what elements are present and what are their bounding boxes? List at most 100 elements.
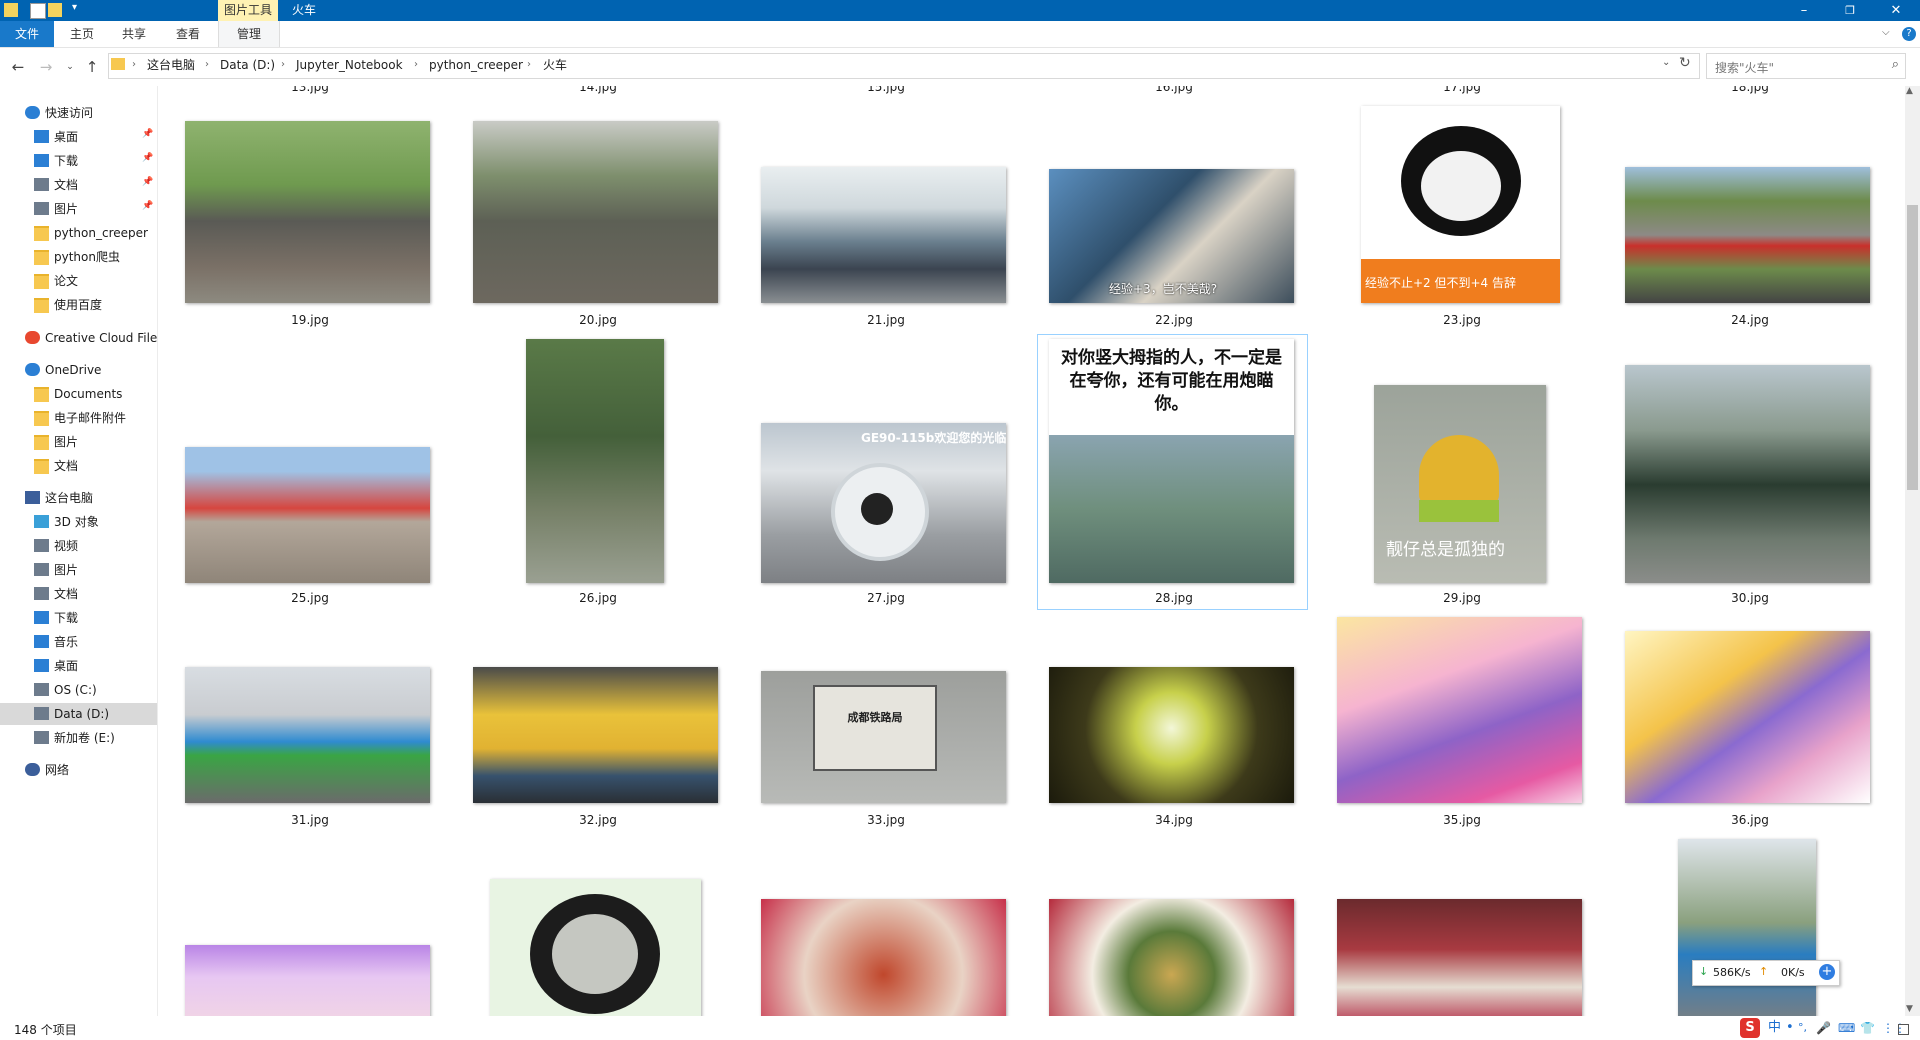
- thumbnail-37[interactable]: [185, 945, 430, 1016]
- file-caption[interactable]: 18.jpg: [1650, 86, 1850, 94]
- help-icon[interactable]: ?: [1902, 27, 1916, 41]
- sidebar-item[interactable]: Creative Cloud Files: [0, 327, 158, 349]
- thumbnail-26[interactable]: [526, 339, 664, 583]
- sidebar-item[interactable]: python爬虫: [0, 246, 158, 268]
- file-caption[interactable]: 23.jpg: [1362, 313, 1562, 327]
- file-caption[interactable]: 15.jpg: [786, 86, 986, 94]
- sidebar-item[interactable]: 使用百度: [0, 294, 158, 316]
- file-caption[interactable]: 29.jpg: [1362, 591, 1562, 605]
- file-caption[interactable]: 30.jpg: [1650, 591, 1850, 605]
- sidebar-item[interactable]: 文档: [0, 583, 158, 605]
- ime-punctuation-icon[interactable]: •: [1786, 1018, 1794, 1038]
- thumbnail-39[interactable]: [761, 899, 1006, 1016]
- thumbnail-33[interactable]: 成都铁路局: [761, 671, 1006, 803]
- thumbnail-36[interactable]: [1625, 631, 1870, 803]
- thumbnail-24[interactable]: [1625, 167, 1870, 303]
- thumbnail-28[interactable]: 对你竖大拇指的人，不一定是在夸你，还有可能在用炮瞄你。: [1049, 339, 1294, 583]
- thumbnail-30[interactable]: [1625, 365, 1870, 583]
- scroll-up-icon[interactable]: ▲: [1906, 86, 1913, 96]
- sidebar-item[interactable]: 这台电脑: [0, 487, 158, 509]
- sidebar-item[interactable]: python_creeper: [0, 222, 158, 244]
- thumbnail-25[interactable]: [185, 447, 430, 583]
- properties-icon[interactable]: [30, 3, 46, 19]
- search-input[interactable]: 搜索"火车" ⌕: [1706, 53, 1906, 79]
- thumbnail-42[interactable]: [1678, 839, 1816, 1016]
- sidebar-item[interactable]: 快速访问: [0, 102, 158, 124]
- pin-icon[interactable]: 📌: [142, 201, 153, 211]
- thumbnail-38[interactable]: [490, 879, 701, 1016]
- breadcrumb-current-folder[interactable]: 火车: [543, 53, 567, 77]
- sidebar-item[interactable]: Data (D:): [0, 703, 158, 725]
- expand-ribbon-icon[interactable]: ⌵: [1882, 27, 1890, 38]
- close-button[interactable]: ✕: [1873, 0, 1919, 21]
- file-caption[interactable]: 34.jpg: [1074, 813, 1274, 827]
- breadcrumb-this-pc[interactable]: 这台电脑: [147, 53, 195, 77]
- back-button[interactable]: ←: [8, 57, 28, 77]
- breadcrumb-jupyter-notebook[interactable]: Jupyter_Notebook: [296, 53, 403, 77]
- sidebar-item[interactable]: OneDrive: [0, 359, 158, 381]
- details-view-icon[interactable]: [1898, 1024, 1909, 1035]
- sidebar-item[interactable]: 3D 对象: [0, 511, 158, 533]
- file-caption[interactable]: 35.jpg: [1362, 813, 1562, 827]
- new-folder-icon[interactable]: [48, 3, 62, 17]
- tab-file[interactable]: 文件: [0, 21, 54, 47]
- file-caption[interactable]: 22.jpg: [1074, 313, 1274, 327]
- file-caption[interactable]: 32.jpg: [498, 813, 698, 827]
- maximize-button[interactable]: ❐: [1827, 0, 1873, 21]
- thumbnail-32[interactable]: [473, 667, 718, 803]
- sidebar-item[interactable]: 下载 📌: [0, 150, 158, 172]
- forward-button[interactable]: →: [36, 57, 56, 77]
- file-caption[interactable]: 19.jpg: [210, 313, 410, 327]
- ime-keyboard-icon[interactable]: ⌨: [1838, 1018, 1855, 1038]
- thumbnail-40[interactable]: [1049, 899, 1294, 1016]
- file-caption[interactable]: 26.jpg: [498, 591, 698, 605]
- file-caption[interactable]: 21.jpg: [786, 313, 986, 327]
- sidebar-item[interactable]: 视频: [0, 535, 158, 557]
- thumbnail-22[interactable]: 经验+3，岂不美哉?: [1049, 169, 1294, 303]
- tab-manage[interactable]: 管理: [218, 21, 280, 47]
- tab-home[interactable]: 主页: [60, 21, 104, 47]
- tab-share[interactable]: 共享: [112, 21, 156, 47]
- pane-divider[interactable]: [157, 86, 158, 1016]
- pin-icon[interactable]: 📌: [142, 153, 153, 163]
- file-caption[interactable]: 31.jpg: [210, 813, 410, 827]
- sidebar-item[interactable]: 桌面: [0, 655, 158, 677]
- sidebar-item[interactable]: 新加卷 (E:): [0, 727, 158, 749]
- sidebar-item[interactable]: Documents: [0, 383, 158, 405]
- thumbnail-41[interactable]: [1337, 899, 1582, 1016]
- pin-icon[interactable]: 📌: [142, 129, 153, 139]
- thumbnail-20[interactable]: [473, 121, 718, 303]
- sidebar-item[interactable]: OS (C:): [0, 679, 158, 701]
- address-dropdown-icon[interactable]: ⌄: [1662, 57, 1670, 68]
- file-caption[interactable]: 36.jpg: [1650, 813, 1850, 827]
- thumbnail-21[interactable]: [761, 167, 1006, 303]
- thumbnail-27[interactable]: GE90-115b欢迎您的光临: [761, 423, 1006, 583]
- ime-skin-icon[interactable]: 👕: [1860, 1018, 1875, 1038]
- sidebar-item[interactable]: 图片 📌: [0, 198, 158, 220]
- up-button[interactable]: ↑: [82, 57, 102, 77]
- file-caption[interactable]: 24.jpg: [1650, 313, 1850, 327]
- add-icon[interactable]: +: [1819, 964, 1835, 980]
- minimize-button[interactable]: –: [1781, 0, 1827, 21]
- file-caption[interactable]: 20.jpg: [498, 313, 698, 327]
- customize-quick-access-icon[interactable]: ▾: [72, 2, 77, 13]
- thumbnail-31[interactable]: [185, 667, 430, 803]
- breadcrumb-python-creeper[interactable]: python_creeper: [429, 53, 523, 77]
- sidebar-item[interactable]: 下载: [0, 607, 158, 629]
- sidebar-item[interactable]: 文档 📌: [0, 174, 158, 196]
- ime-symbol-icon[interactable]: °,: [1798, 1018, 1807, 1038]
- sidebar-item[interactable]: 论文: [0, 270, 158, 292]
- sidebar-item[interactable]: 图片: [0, 431, 158, 453]
- sidebar-item[interactable]: 文档: [0, 455, 158, 477]
- thumbnail-19[interactable]: [185, 121, 430, 303]
- refresh-icon[interactable]: ↻: [1679, 55, 1691, 71]
- network-speed-widget[interactable]: ↓ 586K/s ↑ 0K/s +: [1692, 960, 1840, 986]
- thumbnail-34[interactable]: [1049, 667, 1294, 803]
- scroll-down-icon[interactable]: ▼: [1906, 1004, 1913, 1014]
- tab-view[interactable]: 查看: [166, 21, 210, 47]
- thumbnail-29[interactable]: 靓仔总是孤独的: [1374, 385, 1546, 583]
- scrollbar-thumb[interactable]: [1907, 205, 1918, 490]
- file-caption[interactable]: 16.jpg: [1074, 86, 1274, 94]
- file-caption[interactable]: 25.jpg: [210, 591, 410, 605]
- sidebar-item[interactable]: 桌面 📌: [0, 126, 158, 148]
